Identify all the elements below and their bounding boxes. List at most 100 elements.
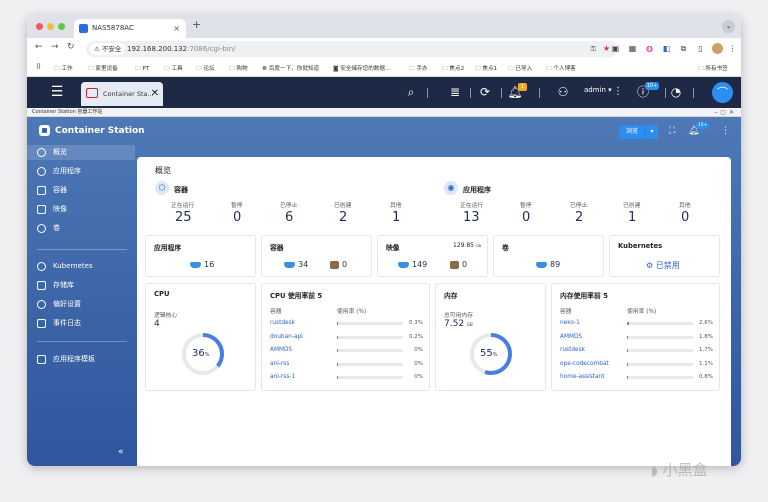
browser-tab-bar: NAS5878AC × + ⌄ xyxy=(27,15,741,38)
bookmark-folder[interactable]: 🗀 PT xyxy=(135,64,149,74)
sidebar-item-registry[interactable]: 存储库 xyxy=(27,278,135,293)
mem-row-value: 1.8% xyxy=(699,333,713,340)
cpu-row-name[interactable]: ani-rss xyxy=(270,361,289,367)
cube-icon[interactable]: ⛶ xyxy=(669,126,675,136)
memory-card: 内存 总可用内存 7.52 GB 55% xyxy=(435,283,546,391)
url-input[interactable]: ⚠ 不安全 192.168.200.132:7086/cgi-bin/ ⚿ ★ xyxy=(86,41,618,57)
sidebar-item-images[interactable]: 映像 xyxy=(27,202,135,217)
mem-row-value: 2.6% xyxy=(699,320,713,326)
browser-tab[interactable]: NAS5878AC × xyxy=(74,19,186,38)
cpu-row-value: 0% xyxy=(414,374,423,380)
app-title: Container Station xyxy=(39,125,145,137)
extension-4-icon[interactable]: ◧ xyxy=(661,43,672,54)
cpu-row-name[interactable]: AMMDS xyxy=(270,347,292,353)
volumes-count: 89 xyxy=(536,260,560,269)
maximize-window-icon[interactable] xyxy=(58,23,65,30)
bookmark-folder[interactable]: 🗀 论坛 xyxy=(196,64,215,74)
usage-bar-fill xyxy=(627,362,628,366)
forward-icon[interactable]: → xyxy=(51,42,59,52)
bookmark-star-icon[interactable]: ★ xyxy=(603,41,610,57)
bookmark-folder[interactable]: 🗀 已导入 xyxy=(508,64,532,74)
column-header: 容器 xyxy=(560,309,572,315)
user-icon[interactable]: ⚇ xyxy=(555,84,571,100)
bookmark-link[interactable]: ☸ 百度一下，你就知道 xyxy=(262,64,319,72)
apps-grid-icon[interactable]: ⠿ xyxy=(36,63,41,71)
qts-app-tab[interactable]: Container Sta... ✕ xyxy=(81,82,163,106)
extension-2-icon[interactable]: ▦ xyxy=(627,43,638,54)
collapse-sidebar-icon[interactable]: « xyxy=(118,447,124,457)
dashboard-icon[interactable]: ⌒ xyxy=(712,82,733,103)
bookmark-folder[interactable]: 🗀 手办 xyxy=(409,64,428,74)
mem-row-name[interactable]: ope-codecombat xyxy=(560,361,609,367)
sidebar-item-containers[interactable]: 容器 xyxy=(27,183,135,198)
key-icon[interactable]: ⚿ xyxy=(591,41,596,57)
cpu-row-name[interactable]: rustdesk xyxy=(270,320,295,326)
volumes-card[interactable]: 卷 89 xyxy=(493,235,604,277)
insecure-badge[interactable]: ⚠ 不安全 xyxy=(90,43,126,55)
sidebar-icon[interactable]: ▯ xyxy=(695,43,706,54)
minimize-window-icon[interactable] xyxy=(47,23,54,30)
menu-icon[interactable]: ⋮ xyxy=(727,43,738,54)
sync-icon[interactable]: ⟳ xyxy=(477,84,493,100)
bookmark-folder[interactable]: 🗀 家里设备 xyxy=(88,64,118,74)
kubernetes-card[interactable]: Kubernetes ⚙ 已禁用 xyxy=(609,235,720,277)
sidebar-item-overview[interactable]: 概览 xyxy=(27,145,135,160)
more-options-icon[interactable]: ⋮ xyxy=(610,84,626,100)
images-card[interactable]: 映像 129.85 GB 149 0 xyxy=(377,235,488,277)
app-more-icon[interactable]: ⋮ xyxy=(721,126,730,136)
bookmark-folder[interactable]: 🗀 焦点2 xyxy=(442,64,464,74)
mem-row-name[interactable]: neko-1 xyxy=(560,320,580,326)
card-title: CPU xyxy=(154,290,170,298)
bookmark-folder[interactable]: 🗀 购物 xyxy=(229,64,248,74)
apps-other-value: 0 xyxy=(681,210,690,225)
sidebar-item-applications[interactable]: 应用程序 xyxy=(27,164,135,179)
browse-dropdown-button[interactable]: ▾ xyxy=(646,125,658,139)
cpu-card: CPU 逻辑核心 4 36% xyxy=(145,283,256,391)
mem-row-name[interactable]: AMMDS xyxy=(560,334,582,340)
apps-paused-value: 0 xyxy=(522,210,531,225)
tab-close-icon[interactable]: × xyxy=(173,19,180,38)
layers-icon[interactable]: ≣ xyxy=(447,84,463,100)
bookmark-folder[interactable]: 🗀 焦点1 xyxy=(475,64,497,74)
user-menu[interactable]: admin ▾ xyxy=(584,86,612,94)
bookmark-folder[interactable]: 🗀 工具 xyxy=(164,64,183,74)
sidebar-item-preferences[interactable]: 偏好设置 xyxy=(27,297,135,312)
qts-tab-close-icon[interactable]: ✕ xyxy=(151,82,159,106)
extensions-icon[interactable]: ⧉ xyxy=(678,43,689,54)
gear-icon xyxy=(37,300,46,309)
mem-usage-bar xyxy=(627,322,693,325)
cpu-row-name[interactable]: ani-rss-1 xyxy=(270,374,295,380)
qts-tab-label: Container Sta... xyxy=(103,90,154,98)
gauge-icon[interactable]: ◔ xyxy=(668,84,684,100)
extension-3-icon[interactable]: ◍ xyxy=(644,43,655,54)
sidebar-item-event-log[interactable]: 事件日志 xyxy=(27,316,135,331)
cpu-row-name[interactable]: douban-api xyxy=(270,334,303,340)
card-title: 映像 xyxy=(386,244,400,252)
all-bookmarks-folder[interactable]: 🗀 所有书签 xyxy=(698,64,728,74)
profile-avatar[interactable] xyxy=(712,43,723,54)
containers-card[interactable]: 容器 34 0 xyxy=(261,235,372,277)
bookmark-folder[interactable]: 🗀 个人博客 xyxy=(546,64,576,74)
sidebar-item-kubernetes[interactable]: Kubernetes xyxy=(27,259,135,274)
window-title-bar: Container Station 容器工作站 –▢✕ xyxy=(27,108,741,117)
back-icon[interactable]: ← xyxy=(35,42,43,52)
browse-button[interactable]: 浏览 xyxy=(619,125,645,139)
bookmark-folder[interactable]: 🗀 工作 xyxy=(54,64,73,74)
tab-search-icon[interactable]: ⌄ xyxy=(722,20,735,33)
extension-1-icon[interactable]: ▣ xyxy=(610,43,621,54)
watermark: ◗ 小黑盒 xyxy=(651,461,708,479)
apps-card[interactable]: 应用程序 16 xyxy=(145,235,256,277)
sidebar-item-volumes[interactable]: 卷 xyxy=(27,221,135,236)
bookmark-link[interactable]: ◙ 安全储存您的数据... xyxy=(333,64,390,72)
window-controls[interactable]: –▢✕ xyxy=(714,108,737,117)
browser-window: NAS5878AC × + ⌄ ← → ↻ ⚠ 不安全 192.168.200.… xyxy=(27,15,741,466)
search-icon[interactable]: ⌕ xyxy=(403,84,419,100)
reload-icon[interactable]: ↻ xyxy=(67,42,75,52)
mem-row-name[interactable]: home-assistant xyxy=(560,374,605,380)
cpu-cores-label: 逻辑核心 xyxy=(154,313,178,319)
close-window-icon[interactable] xyxy=(36,23,43,30)
mem-row-name[interactable]: rustdesk xyxy=(560,347,585,353)
sidebar-item-app-templates[interactable]: 应用程序模板 xyxy=(27,352,135,367)
new-tab-icon[interactable]: + xyxy=(192,18,201,31)
main-menu-icon[interactable]: ☰ xyxy=(49,84,65,100)
